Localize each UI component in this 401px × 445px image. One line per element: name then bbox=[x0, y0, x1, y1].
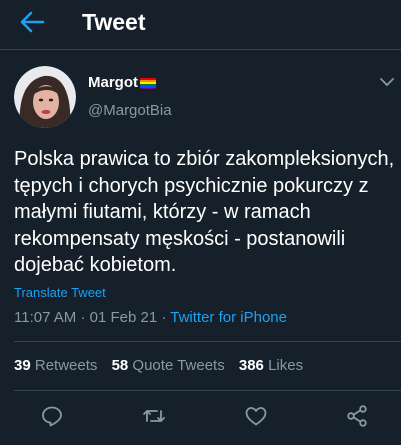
share-icon bbox=[347, 405, 367, 427]
chevron-down-icon[interactable] bbox=[380, 77, 394, 87]
retweets-stat[interactable]: 39 Retweets bbox=[14, 357, 102, 374]
tweet-source[interactable]: Twitter for iPhone bbox=[170, 309, 287, 326]
tweet-time: 11:07 AM bbox=[14, 309, 77, 326]
retweet-icon bbox=[143, 410, 165, 422]
likes-stat[interactable]: 386 Likes bbox=[239, 357, 303, 374]
meta-separator: · bbox=[80, 309, 86, 326]
heart-icon bbox=[245, 407, 267, 426]
engagement-stats: 39 Retweets 58 Quote Tweets 386 Likes bbox=[14, 357, 313, 374]
reply-button[interactable] bbox=[40, 404, 64, 428]
retweets-count: 39 bbox=[14, 357, 31, 374]
user-handle[interactable]: @MargotBia bbox=[88, 102, 172, 119]
quotes-stat[interactable]: 58 Quote Tweets bbox=[112, 357, 229, 374]
tweet-meta: 11:07 AM · 01 Feb 21 · Twitter for iPhon… bbox=[14, 309, 287, 326]
meta-separator: · bbox=[161, 309, 167, 326]
divider bbox=[14, 390, 401, 391]
tweet-date: 01 Feb 21 bbox=[89, 309, 158, 326]
quotes-label: Quote Tweets bbox=[132, 357, 225, 374]
share-button[interactable] bbox=[345, 404, 369, 428]
avatar[interactable] bbox=[14, 66, 76, 128]
translate-tweet-link[interactable]: Translate Tweet bbox=[14, 285, 106, 300]
rainbow-flag-icon bbox=[140, 77, 156, 89]
divider bbox=[14, 341, 401, 342]
likes-count: 386 bbox=[238, 357, 264, 374]
user-name-row: Margot bbox=[88, 74, 156, 91]
reply-icon bbox=[42, 406, 62, 427]
quotes-count: 58 bbox=[111, 357, 129, 374]
likes-label: Likes bbox=[268, 357, 304, 374]
retweet-button[interactable] bbox=[142, 404, 166, 428]
page-title: Tweet bbox=[82, 9, 146, 35]
like-button[interactable] bbox=[244, 404, 268, 428]
display-name[interactable]: Margot bbox=[88, 74, 138, 91]
tweet-text: Polska prawica to zbiór zakompleksionych… bbox=[14, 148, 395, 276]
top-bar: Tweet bbox=[0, 0, 401, 50]
retweets-label: Retweets bbox=[34, 357, 98, 374]
arrow-left-icon[interactable] bbox=[19, 11, 45, 33]
